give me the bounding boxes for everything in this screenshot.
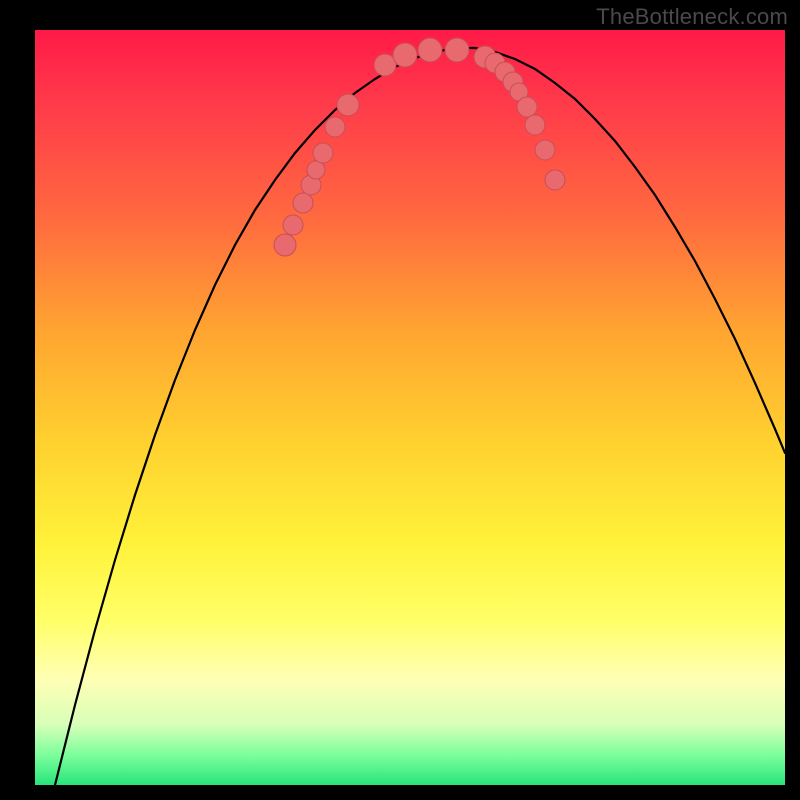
sample-dot: [307, 161, 325, 179]
sample-dot: [535, 140, 555, 160]
sample-dot: [374, 54, 396, 76]
sample-dot: [283, 215, 303, 235]
sample-dot: [525, 115, 545, 135]
sample-dot: [545, 170, 565, 190]
curve-layer: [35, 30, 785, 785]
sample-dot: [418, 38, 442, 62]
sample-dot: [517, 97, 537, 117]
sample-dot: [325, 117, 345, 137]
sample-dot: [393, 43, 417, 67]
sample-dot: [293, 193, 313, 213]
plot-area: [35, 30, 785, 785]
sample-dot: [445, 38, 469, 62]
sample-dot: [313, 143, 333, 163]
sample-dot: [274, 234, 296, 256]
sample-dots-group: [274, 38, 565, 256]
bottleneck-curve: [55, 48, 785, 785]
sample-dot: [337, 94, 359, 116]
chart-frame: TheBottleneck.com: [0, 0, 800, 800]
watermark-text: TheBottleneck.com: [596, 4, 788, 30]
